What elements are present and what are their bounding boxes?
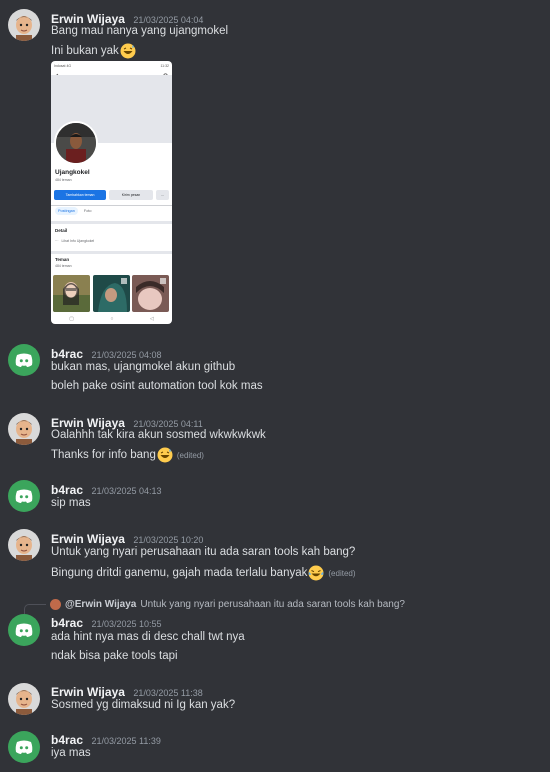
username[interactable]: Erwin Wijaya <box>51 532 125 546</box>
friend-photo <box>53 275 90 312</box>
message-header: b4rac 21/03/2025 10:55 <box>51 614 162 632</box>
friend-count: 484 teman <box>55 178 72 182</box>
friends-heading: Teman <box>55 257 70 262</box>
image-attachment[interactable]: Indosat 4G 11:32 Ujangkokel 484 teman Ta… <box>51 61 172 324</box>
profile-picture <box>54 121 98 165</box>
discord-logo-icon <box>8 731 40 763</box>
friends-count: 484 teman <box>55 264 72 268</box>
phone-status-bar: Indosat 4G 11:32 <box>54 64 169 68</box>
nav-back-icon: ◁ <box>149 315 154 322</box>
message-text: bukan mas, ujangmokel akun github <box>51 361 236 373</box>
reply-avatar <box>50 598 61 610</box>
friend-photo <box>93 275 130 312</box>
profile-name: Ujangkokel <box>55 169 90 176</box>
memoji-avatar-icon <box>8 683 40 715</box>
divider <box>51 251 172 254</box>
message-text: Thanks for info bang (edited) <box>51 447 204 463</box>
message-text: Ini bukan yak <box>51 43 136 59</box>
username[interactable]: Erwin Wijaya <box>51 416 125 430</box>
avatar[interactable] <box>8 731 40 763</box>
timestamp: 21/03/2025 04:11 <box>133 419 203 429</box>
memoji-avatar-icon <box>8 529 40 561</box>
username[interactable]: b4rac <box>51 483 83 497</box>
avatar[interactable] <box>8 9 40 41</box>
avatar[interactable] <box>8 683 40 715</box>
memoji-avatar-icon <box>8 9 40 41</box>
timestamp: 21/03/2025 10:20 <box>133 535 204 545</box>
message-text: Untuk yang nyari perusahaan itu ada sara… <box>51 546 356 558</box>
timestamp: 21/03/2025 11:38 <box>133 688 203 698</box>
avatar[interactable] <box>8 529 40 561</box>
recent-apps-icon: ▢ <box>69 315 74 322</box>
message-text: Bingung dritdi ganemu, gajah mada terlal… <box>51 565 356 581</box>
username[interactable]: b4rac <box>51 733 83 747</box>
edited-label: (edited) <box>328 568 356 578</box>
username[interactable]: b4rac <box>51 347 83 361</box>
timestamp: 21/03/2025 04:08 <box>91 350 162 360</box>
laughing-tears-emoji-icon <box>308 565 324 581</box>
grinning-sweat-emoji-icon <box>120 43 136 59</box>
message-text: Bang mau nanya yang ujangmokel <box>51 25 229 37</box>
avatar[interactable] <box>8 413 40 445</box>
timestamp: 21/03/2025 10:55 <box>91 619 162 629</box>
profile-tabs: Postingan Foto <box>55 207 92 215</box>
message-text: sip mas <box>51 497 91 509</box>
grinning-sweat-emoji-icon <box>157 447 173 463</box>
timestamp: 21/03/2025 11:39 <box>91 736 161 746</box>
timestamp: 21/03/2025 04:04 <box>133 15 204 25</box>
avatar[interactable] <box>8 480 40 512</box>
avatar[interactable] <box>8 614 40 646</box>
message-text: iya mas <box>51 747 91 759</box>
discord-logo-icon <box>8 614 40 646</box>
edited-label: (edited) <box>176 450 204 460</box>
message-text: boleh pake osint automation tool kok mas <box>51 380 263 392</box>
message-text: Oalahhh tak kira akun sosmed wkwkwkwk <box>51 429 266 441</box>
send-message-button: Kirim pesan <box>109 190 153 200</box>
add-friend-button: Tambahkan teman <box>54 190 106 200</box>
divider <box>51 221 172 224</box>
reply-username[interactable]: @Erwin Wijaya <box>65 599 136 610</box>
memoji-avatar-icon <box>8 413 40 445</box>
username[interactable]: Erwin Wijaya <box>51 12 125 26</box>
username[interactable]: b4rac <box>51 616 83 630</box>
avatar[interactable] <box>8 344 40 376</box>
friend-photo <box>132 275 169 312</box>
reply-preview[interactable]: @Erwin Wijaya Untuk yang nyari perusahaa… <box>24 597 405 611</box>
message-text: ndak bisa pake tools tapi <box>51 650 178 662</box>
more-button: ... <box>156 190 169 200</box>
timestamp: 21/03/2025 04:13 <box>91 486 162 496</box>
reply-text[interactable]: Untuk yang nyari perusahaan itu ada sara… <box>140 599 405 610</box>
discord-logo-icon <box>8 480 40 512</box>
username[interactable]: Erwin Wijaya <box>51 685 125 699</box>
divider <box>51 205 172 206</box>
details-info: ··· Lihat Info Ujangkokel <box>55 239 95 243</box>
home-icon: ○ <box>110 315 114 322</box>
details-heading: Detail <box>55 228 68 233</box>
phone-nav-bar: ▢ ○ ◁ <box>51 313 172 324</box>
discord-logo-icon <box>8 344 40 376</box>
message-text: Sosmed yg dimaksud ni Ig kan yak? <box>51 699 236 711</box>
message-text: ada hint nya mas di desc chall twt nya <box>51 631 245 643</box>
